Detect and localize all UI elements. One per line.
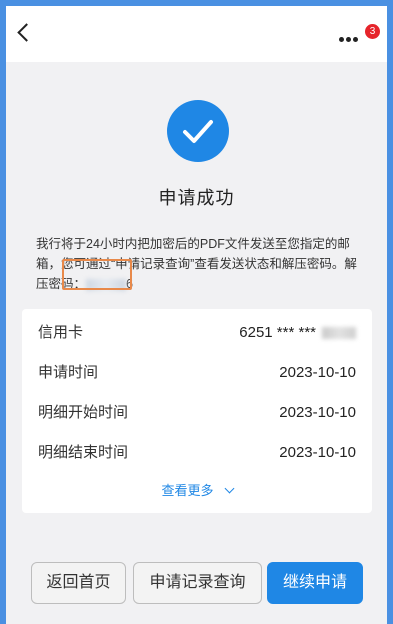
back-arrow-icon[interactable]: [17, 23, 36, 42]
notification-badge: 3: [365, 24, 380, 39]
more-dot-icon: [346, 37, 351, 42]
top-bar: 3: [6, 6, 387, 62]
success-check-icon: [167, 100, 229, 162]
detail-row-end-date: 明细结束时间 2023-10-10: [38, 433, 356, 473]
password-highlight-box: [62, 259, 132, 290]
continue-apply-button[interactable]: 继续申请: [267, 562, 363, 604]
detail-label: 信用卡: [38, 324, 84, 341]
detail-row-start-date: 明细开始时间 2023-10-10: [38, 393, 356, 433]
detail-label: 明细开始时间: [38, 404, 129, 421]
more-menu-button[interactable]: [333, 26, 367, 52]
details-card: 信用卡 6251 *** *** 申请时间 2023-10-10 明细开始时间 …: [22, 309, 372, 513]
more-dot-icon: [353, 37, 358, 42]
card-number-blurred: [322, 327, 356, 340]
detail-value: 6251 *** ***: [239, 313, 356, 353]
view-more-label: 查看更多: [161, 483, 214, 498]
detail-row-apply-date: 申请时间 2023-10-10: [38, 353, 356, 393]
chevron-down-icon: [224, 483, 234, 494]
detail-value: 2023-10-10: [279, 404, 356, 421]
home-button[interactable]: 返回首页: [31, 562, 126, 604]
detail-label: 申请时间: [38, 364, 99, 381]
detail-value: 2023-10-10: [279, 364, 356, 381]
phone-screen: 3 申请成功 我行将于24小时内把加密后的PDF文件发送至您指定的邮箱，您可通过…: [6, 6, 387, 624]
view-more-link[interactable]: 查看更多: [22, 480, 372, 499]
more-dot-icon: [339, 37, 344, 42]
detail-value: 2023-10-10: [279, 444, 356, 461]
detail-label: 明细结束时间: [38, 444, 129, 461]
card-number: 6251 *** ***: [239, 324, 316, 341]
detail-row-card: 信用卡 6251 *** ***: [38, 313, 356, 353]
records-query-button[interactable]: 申请记录查询: [133, 562, 262, 604]
result-title: 申请成功: [158, 188, 235, 208]
